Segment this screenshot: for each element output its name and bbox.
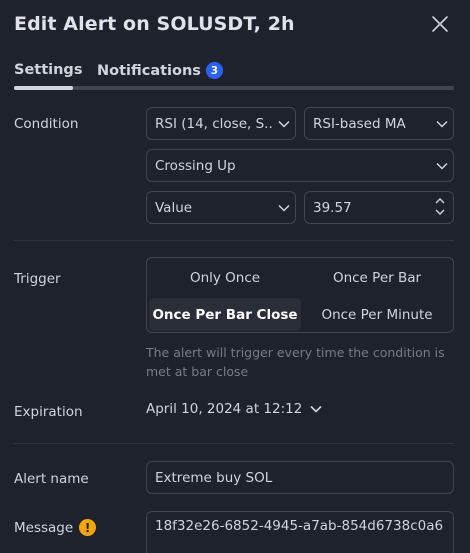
chevron-down-icon bbox=[273, 120, 295, 128]
alert-name-value: Extreme buy SOL bbox=[155, 469, 273, 486]
notifications-count-badge: 3 bbox=[205, 62, 223, 79]
chevron-down-icon bbox=[310, 405, 322, 413]
section-divider bbox=[14, 240, 454, 241]
active-tab-indicator bbox=[14, 86, 73, 90]
chevron-up-icon[interactable] bbox=[435, 197, 445, 204]
condition-label: Condition bbox=[14, 116, 79, 132]
expiration-label: Expiration bbox=[14, 404, 83, 420]
trigger-options-group: Only Once Once Per Bar Once Per Bar Clos… bbox=[146, 257, 454, 333]
tab-settings-label: Settings bbox=[14, 62, 83, 78]
tab-settings[interactable]: Settings bbox=[14, 62, 82, 78]
warning-icon[interactable]: ! bbox=[79, 519, 97, 536]
condition-operator-value: Crossing Up bbox=[155, 157, 236, 174]
trigger-hint: The alert will trigger every time the co… bbox=[146, 345, 445, 379]
close-button[interactable] bbox=[427, 11, 453, 37]
tab-notifications-label: Notifications bbox=[97, 62, 201, 79]
trigger-option-once-per-bar[interactable]: Once Per Bar bbox=[301, 261, 453, 294]
chevron-down-icon[interactable] bbox=[435, 209, 445, 216]
close-icon bbox=[432, 16, 448, 32]
message-textarea[interactable]: 18f32e26-6852-4945-a7ab-854d6738c0a6 bbox=[146, 511, 454, 553]
trigger-option-once-per-bar-close[interactable]: Once Per Bar Close bbox=[149, 298, 301, 331]
dialog-title: Edit Alert on SOLUSDT, 2h bbox=[14, 13, 295, 35]
condition-target-select[interactable]: RSI-based MA bbox=[304, 107, 454, 140]
message-label-row: Message ! bbox=[14, 519, 97, 536]
chevron-down-icon bbox=[273, 204, 295, 212]
condition-source-value: RSI (14, close, S... bbox=[155, 115, 273, 132]
message-label: Message bbox=[14, 519, 74, 536]
chevron-down-icon bbox=[431, 162, 453, 170]
value-type-select[interactable]: Value bbox=[146, 191, 296, 224]
section-divider bbox=[14, 443, 454, 444]
expiration-value: April 10, 2024 at 12:12 bbox=[146, 401, 303, 417]
tab-bar: Settings Notifications 3 bbox=[14, 60, 454, 90]
expiration-picker[interactable]: April 10, 2024 at 12:12 bbox=[146, 401, 322, 417]
condition-source-select[interactable]: RSI (14, close, S... bbox=[146, 107, 296, 140]
chevron-down-icon bbox=[431, 120, 453, 128]
condition-target-value: RSI-based MA bbox=[313, 115, 406, 132]
tab-track bbox=[14, 86, 454, 90]
number-stepper[interactable] bbox=[435, 197, 445, 216]
edit-alert-dialog: Edit Alert on SOLUSDT, 2h Settings Notif… bbox=[0, 0, 470, 553]
message-value: 18f32e26-6852-4945-a7ab-854d6738c0a6 bbox=[155, 518, 444, 534]
value-type-value: Value bbox=[155, 199, 193, 216]
alert-name-label: Alert name bbox=[14, 471, 89, 487]
trigger-label: Trigger bbox=[14, 271, 61, 287]
trigger-option-only-once[interactable]: Only Once bbox=[149, 261, 301, 294]
tab-notifications[interactable]: Notifications 3 bbox=[97, 62, 223, 79]
alert-name-input[interactable]: Extreme buy SOL bbox=[146, 461, 454, 494]
condition-value-input[interactable]: 39.57 bbox=[304, 191, 454, 224]
condition-operator-select[interactable]: Crossing Up bbox=[146, 149, 454, 182]
condition-value-text: 39.57 bbox=[313, 199, 352, 216]
trigger-option-once-per-minute[interactable]: Once Per Minute bbox=[301, 298, 453, 331]
